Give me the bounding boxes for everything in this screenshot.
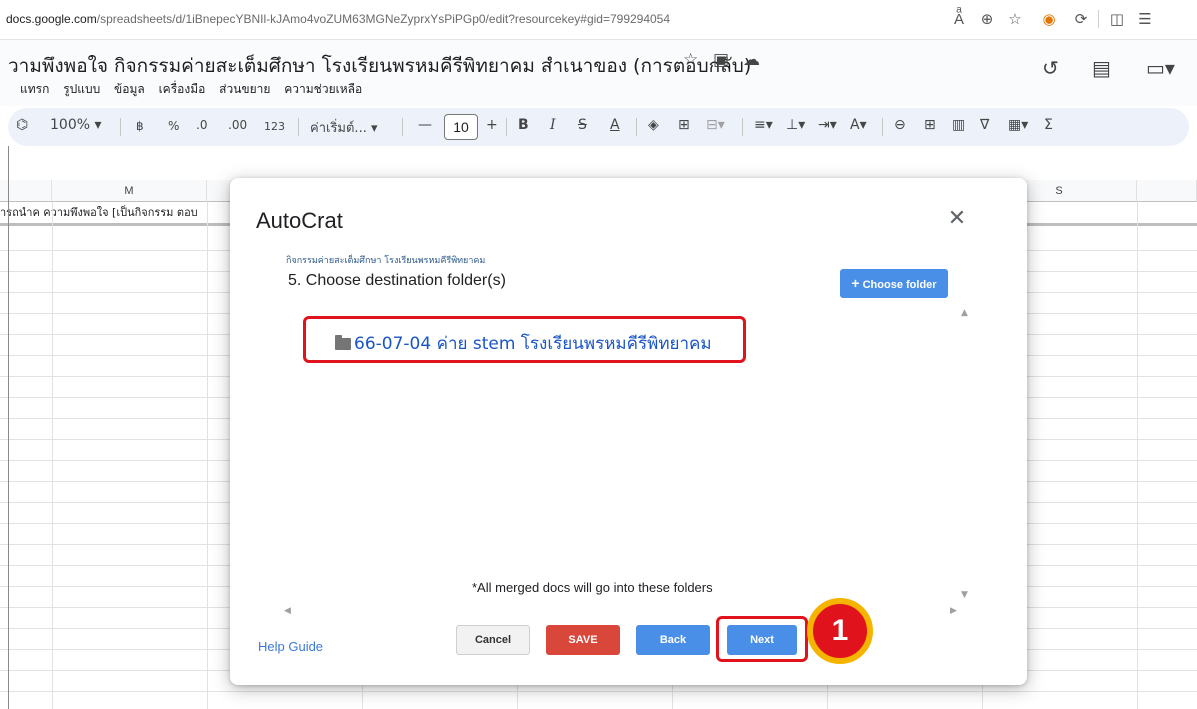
horizontal-align-icon[interactable]: ≡▾	[754, 117, 773, 133]
choose-folder-button[interactable]: + Choose folder	[840, 269, 948, 298]
vertical-align-icon[interactable]: ⊥▾	[786, 117, 805, 133]
insert-chart-icon[interactable]: ▥	[952, 117, 965, 133]
grid-line	[1137, 202, 1138, 709]
job-name: กิจกรรมค่ายสะเต็มศึกษา โรงเรียนพรหมคีรีพ…	[286, 256, 486, 266]
decrease-decimal-button[interactable]: .0	[196, 118, 207, 132]
menu-help[interactable]: ความช่วยเหลือ	[284, 82, 362, 96]
font-name: ค่าเริ่มต์...	[310, 121, 367, 136]
fill-color-icon[interactable]: ◈	[648, 117, 659, 133]
folders-note: *All merged docs will go into these fold…	[472, 580, 713, 595]
font-size-input[interactable]: 10	[444, 114, 478, 140]
zoom-icon[interactable]: ⊕	[976, 8, 998, 30]
font-size-decrease-button[interactable]: —	[418, 117, 432, 133]
favorite-star-icon[interactable]: ☆	[1004, 8, 1026, 30]
sheets-header: วามพึงพอใจ กิจกรรมค่ายสะเต็มศึกษา โรงเรี…	[0, 40, 1197, 106]
version-history-icon[interactable]: ↺	[1042, 56, 1059, 80]
choose-folder-label: Choose folder	[862, 279, 937, 291]
menu-insert[interactable]: แทรก	[20, 82, 49, 96]
grid-line	[0, 691, 1197, 692]
scroll-left-arrow-icon[interactable]: ◀	[284, 606, 291, 616]
text-rotation-icon[interactable]: A▾	[850, 117, 867, 133]
document-title[interactable]: วามพึงพอใจ กิจกรรมค่ายสะเต็มศึกษา โรงเรี…	[8, 51, 751, 81]
header-row-text: ารถนำค ความพึงพอใจ [เป็นกิจกรรม ตอบ	[0, 206, 198, 219]
sheet-left-border	[8, 146, 9, 709]
step-number-badge: 1	[807, 598, 873, 664]
toolbar-divider	[402, 118, 403, 136]
toolbar-divider	[636, 118, 637, 136]
zoom-select[interactable]: 100% ▾	[50, 117, 102, 133]
url-domain: docs.google.com	[6, 12, 97, 26]
next-highlight-box	[716, 616, 808, 662]
cloud-status-icon[interactable]: ☁	[743, 50, 760, 70]
text-color-icon[interactable]: A	[610, 117, 620, 133]
font-select[interactable]: ค่าเริ่มต์... ▾	[310, 117, 378, 138]
toolbar-divider	[1098, 10, 1099, 28]
folder-name: 66-07-04 ค่าย stem โรงเรียนพรหมคีรีพิทยา…	[354, 334, 712, 354]
menu-extensions[interactable]: ส่วนขยาย	[219, 82, 270, 96]
close-icon[interactable]: ✕	[944, 206, 970, 232]
move-folder-icon[interactable]: ▣	[713, 50, 729, 70]
vertical-scrollbar[interactable]: ▲ ▼	[958, 304, 972, 604]
toolbar-divider	[298, 118, 299, 136]
url-field[interactable]: docs.google.com/spreadsheets/d/1iBnepecY…	[6, 12, 670, 26]
folder-icon	[335, 335, 351, 350]
scroll-up-arrow-icon[interactable]: ▲	[961, 308, 968, 318]
zoom-value: 100%	[50, 117, 91, 133]
grid-line	[52, 202, 53, 709]
meet-icon[interactable]: ▭▾	[1146, 56, 1175, 80]
star-icon[interactable]: ☆	[683, 50, 698, 70]
functions-icon[interactable]: Σ	[1044, 117, 1053, 133]
increase-decimal-button[interactable]: .00	[228, 118, 247, 132]
browser-address-bar: docs.google.com/spreadsheets/d/1iBnepecY…	[0, 0, 1197, 40]
strikethrough-icon[interactable]: S	[578, 117, 587, 133]
column-header[interactable]	[1137, 180, 1197, 202]
back-button[interactable]: Back	[636, 625, 710, 655]
step-heading: 5. Choose destination folder(s)	[288, 272, 506, 289]
menu-tools[interactable]: เครื่องมือ	[159, 82, 206, 96]
read-aloud-icon[interactable]: A͏ͣ	[948, 8, 970, 30]
toolbar-divider	[882, 118, 883, 136]
merge-cells-icon[interactable]: ⊟▾	[706, 117, 725, 133]
save-button[interactable]: SAVE	[546, 625, 620, 655]
percent-format-button[interactable]: %	[168, 119, 179, 133]
plus-icon: +	[851, 275, 860, 291]
scroll-right-arrow-icon[interactable]: ▶	[950, 606, 957, 616]
formatting-toolbar: ⌬ 100% ▾ ฿ % .0 .00 123 ค่าเริ่มต์... ▾ …	[8, 108, 1189, 146]
borders-icon[interactable]: ⊞	[678, 117, 690, 133]
destination-folder-item[interactable]: 66-07-04 ค่าย stem โรงเรียนพรหมคีรีพิทยา…	[335, 330, 712, 357]
number-format-button[interactable]: 123	[264, 120, 285, 133]
menu-format[interactable]: รูปแบบ	[63, 82, 100, 96]
dialog-title: AutoCrat	[256, 208, 343, 233]
filter-views-icon[interactable]: ▦▾	[1008, 117, 1028, 133]
column-header-m[interactable]: M	[52, 180, 207, 202]
paint-format-icon[interactable]: ⌬	[16, 117, 28, 133]
font-size-increase-button[interactable]: +	[486, 117, 498, 133]
insert-link-icon[interactable]: ⊖	[894, 117, 906, 133]
url-path: /spreadsheets/d/1iBnepecYBNIl-kJAmo4voZU…	[96, 12, 671, 26]
menu-bar: แทรก รูปแบบ ข้อมูล เครื่องมือ ส่วนขยาย ค…	[20, 80, 372, 99]
split-screen-icon[interactable]: ◫	[1106, 8, 1128, 30]
toolbar-divider	[120, 118, 121, 136]
bold-icon[interactable]: B	[518, 117, 529, 133]
scroll-down-arrow-icon[interactable]: ▼	[961, 590, 968, 600]
grid-line	[207, 202, 208, 709]
currency-format-button[interactable]: ฿	[136, 119, 144, 133]
insert-comment-icon[interactable]: ⊞	[924, 117, 936, 133]
menu-data[interactable]: ข้อมูล	[114, 82, 145, 96]
toolbar-divider	[506, 118, 507, 136]
comments-icon[interactable]: ▤	[1092, 56, 1111, 80]
autocrat-dialog: AutoCrat ✕ กิจกรรมค่ายสะเต็มศึกษา โรงเรี…	[230, 178, 1027, 685]
browser-extension-icon[interactable]: ⟳	[1070, 8, 1092, 30]
extension-icon[interactable]: ◉	[1038, 8, 1060, 30]
filter-icon[interactable]: ∇	[980, 117, 989, 133]
text-wrap-icon[interactable]: ⇥▾	[818, 117, 837, 133]
toolbar-divider	[742, 118, 743, 136]
help-guide-link[interactable]: Help Guide	[258, 639, 323, 654]
cancel-button[interactable]: Cancel	[456, 625, 530, 655]
italic-icon[interactable]: I	[550, 117, 556, 133]
favorites-icon[interactable]: ☰	[1134, 8, 1156, 30]
